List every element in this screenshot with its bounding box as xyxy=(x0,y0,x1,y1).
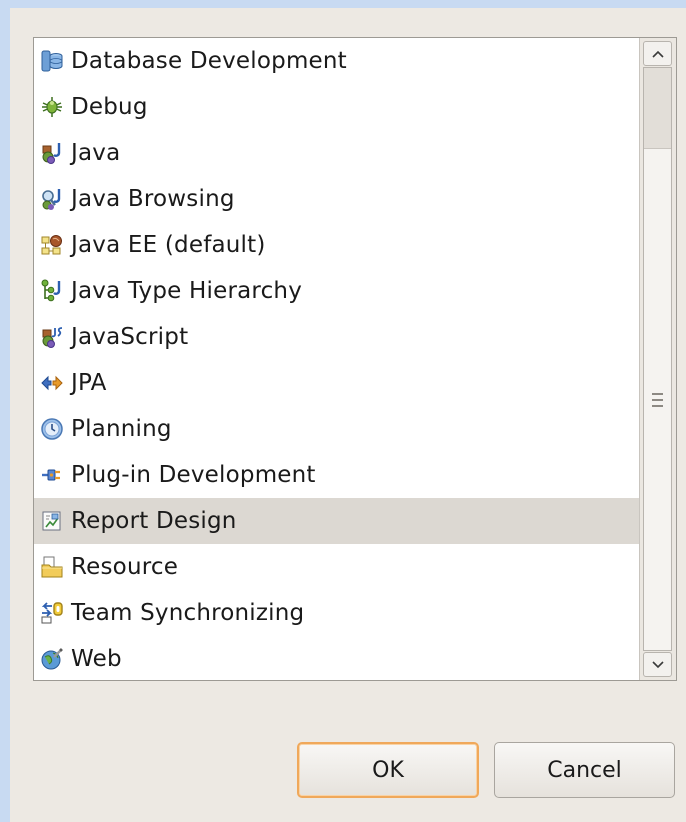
list-item-label: Java Type Hierarchy xyxy=(71,278,303,304)
list-item-label: Team Synchronizing xyxy=(71,600,305,626)
clock-icon xyxy=(40,417,64,441)
plugin-icon xyxy=(40,463,64,487)
java-browsing-icon xyxy=(40,187,64,211)
list-item-report-design[interactable]: Report Design xyxy=(34,498,639,544)
cancel-button-label: Cancel xyxy=(547,757,622,783)
type-hierarchy-icon xyxy=(40,279,64,303)
java-ee-icon xyxy=(40,233,64,257)
list-item-java-ee[interactable]: Java EE (default) xyxy=(34,222,639,268)
scroll-grip-icon xyxy=(652,393,663,407)
bug-icon xyxy=(40,95,64,119)
list-item-resource[interactable]: Resource xyxy=(34,544,639,590)
scroll-track[interactable] xyxy=(643,67,672,651)
list-item-debug[interactable]: Debug xyxy=(34,84,639,130)
list-item-jpa[interactable]: JPA xyxy=(34,360,639,406)
list-item-planning[interactable]: Planning xyxy=(34,406,639,452)
list-item-web[interactable]: Web xyxy=(34,636,639,680)
list-item-label: JPA xyxy=(71,370,107,396)
chevron-down-icon xyxy=(651,660,664,668)
ok-button-label: OK xyxy=(372,757,404,783)
list-item-database-development[interactable]: Database Development xyxy=(34,38,639,84)
window-frame-left xyxy=(0,0,10,822)
list-item-team-synchronizing[interactable]: Team Synchronizing xyxy=(34,590,639,636)
java-perspective-icon xyxy=(40,141,64,165)
list-item-java-type-hierarchy[interactable]: Java Type Hierarchy xyxy=(34,268,639,314)
list-item-java-browsing[interactable]: Java Browsing xyxy=(34,176,639,222)
list-item-label: Java Browsing xyxy=(71,186,235,212)
scroll-down-button[interactable] xyxy=(643,652,672,677)
list-item-label: Java xyxy=(71,140,121,166)
folder-icon xyxy=(40,555,64,579)
javascript-icon xyxy=(40,325,64,349)
list-item-plug-in-development[interactable]: Plug-in Development xyxy=(34,452,639,498)
scroll-thumb[interactable] xyxy=(644,68,671,149)
list-item-label: Java EE (default) xyxy=(71,232,266,258)
list-item-label: Resource xyxy=(71,554,179,580)
list-item-javascript[interactable]: JavaScript xyxy=(34,314,639,360)
team-sync-icon xyxy=(40,601,64,625)
list-item-java[interactable]: Java xyxy=(34,130,639,176)
window-frame-top xyxy=(0,0,686,8)
ok-button[interactable]: OK xyxy=(297,742,479,798)
list-item-label: Debug xyxy=(71,94,148,120)
list-item-label: Planning xyxy=(71,416,172,442)
list-item-label: Report Design xyxy=(71,508,237,534)
cancel-button[interactable]: Cancel xyxy=(494,742,675,798)
jpa-icon xyxy=(40,371,64,395)
perspective-list-viewport: Database Development Debug Java Java Bro… xyxy=(34,38,639,680)
perspective-list: Database Development Debug Java Java Bro… xyxy=(33,37,677,681)
vertical-scrollbar[interactable] xyxy=(639,38,676,680)
list-item-label: Database Development xyxy=(71,48,347,74)
list-item-label: JavaScript xyxy=(71,324,189,350)
database-icon xyxy=(40,49,64,73)
report-design-icon xyxy=(40,509,64,533)
list-item-label: Web xyxy=(71,646,122,672)
scroll-up-button[interactable] xyxy=(643,41,672,66)
web-globe-icon xyxy=(40,647,64,671)
list-item-label: Plug-in Development xyxy=(71,462,316,488)
chevron-up-icon xyxy=(651,50,664,58)
